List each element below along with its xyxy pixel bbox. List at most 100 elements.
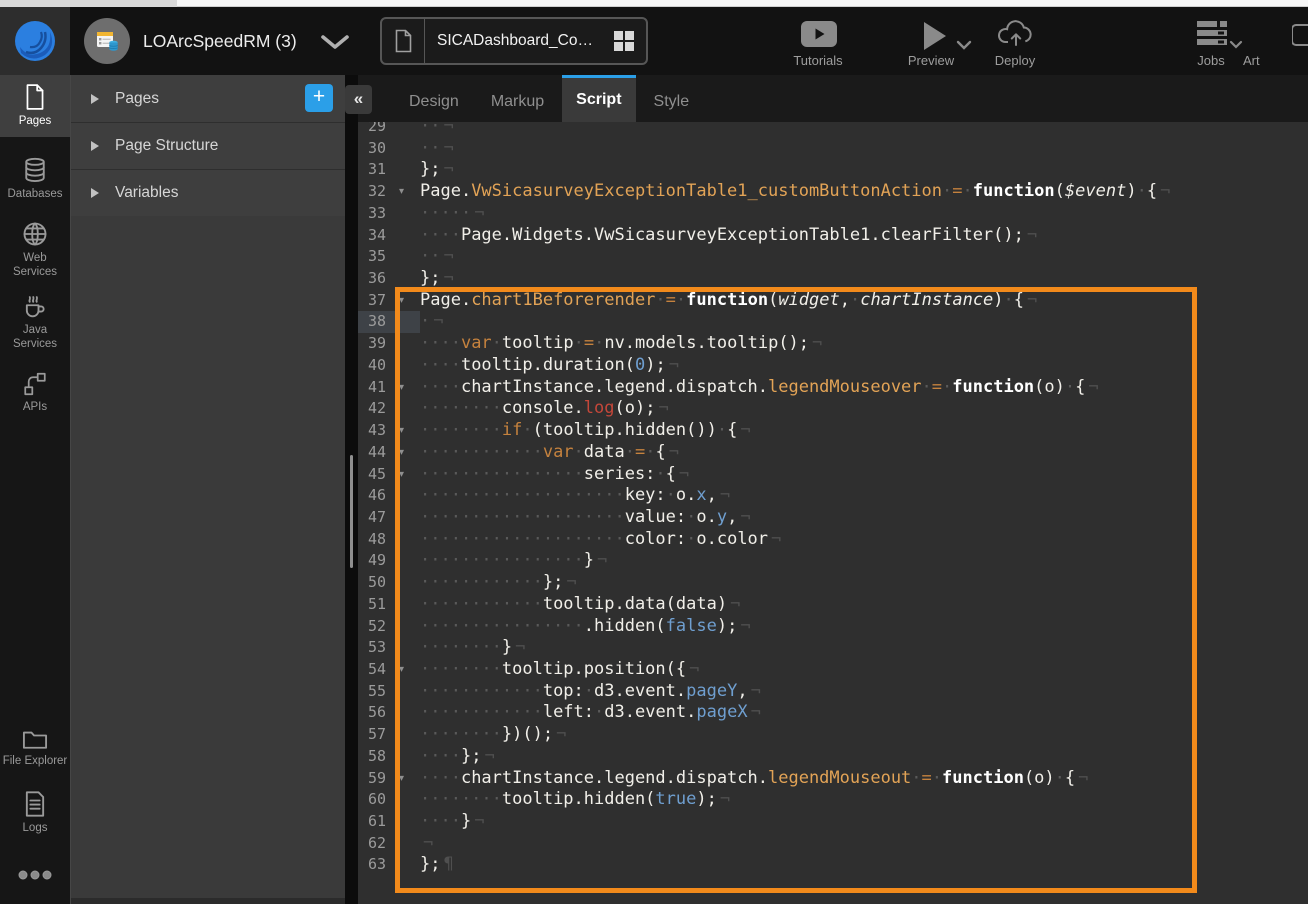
code-text[interactable]: Page.VwSicasurveyExceptionTable1_customB… <box>420 181 1308 203</box>
fold-arrow-icon[interactable]: ▾ <box>394 464 420 486</box>
code-text[interactable]: ········tooltip.hidden(true);¬ <box>420 789 1308 811</box>
collapsed-arrow-icon[interactable] <box>91 188 99 198</box>
code-line[interactable]: 31};¬ <box>358 159 1308 181</box>
preview-chevron-down-icon[interactable] <box>956 40 972 50</box>
code-text[interactable]: ·¬ <box>420 311 1308 333</box>
code-text[interactable]: ¬ <box>420 833 1308 855</box>
code-line[interactable]: 30··¬ <box>358 138 1308 160</box>
code-editor[interactable]: 29··¬30··¬31};¬32▾Page.VwSicasurveyExcep… <box>358 122 1308 904</box>
code-line[interactable]: 33·····¬ <box>358 203 1308 225</box>
code-text[interactable]: ····tooltip.duration(0);¬ <box>420 355 1308 377</box>
artifacts-button[interactable]: Art <box>1243 7 1308 75</box>
code-line[interactable]: 59▾····chartInstance.legend.dispatch.leg… <box>358 768 1308 790</box>
page-grid-icon[interactable] <box>614 31 635 52</box>
code-line[interactable]: 48····················color:·o.color¬ <box>358 529 1308 551</box>
preview-button[interactable]: Preview <box>898 7 964 75</box>
code-text[interactable]: ····var·tooltip·=·nv.models.tooltip();¬ <box>420 333 1308 355</box>
code-line[interactable]: 62¬ <box>358 833 1308 855</box>
jobs-chevron-down-icon[interactable] <box>1229 40 1243 49</box>
tab-markup[interactable]: Markup <box>477 75 558 122</box>
code-line[interactable]: 57········})();¬ <box>358 724 1308 746</box>
sidebar-item-databases[interactable]: Databases <box>0 153 70 205</box>
code-text[interactable]: ········console.log(o);¬ <box>420 398 1308 420</box>
code-text[interactable]: ··¬ <box>420 122 1308 138</box>
code-text[interactable]: ·····¬ <box>420 203 1308 225</box>
code-line[interactable]: 38·¬ <box>358 311 1308 333</box>
code-line[interactable]: 52················.hidden(false);¬ <box>358 616 1308 638</box>
code-text[interactable]: ····················value:·o.y,¬ <box>420 507 1308 529</box>
collapsed-arrow-icon[interactable] <box>91 141 99 151</box>
jobs-button[interactable]: Jobs <box>1181 7 1241 75</box>
sidebar-item-java-services[interactable]: Java Services <box>0 291 70 355</box>
code-line[interactable]: 42········console.log(o);¬ <box>358 398 1308 420</box>
code-line[interactable]: 61i····}¬ <box>358 811 1308 833</box>
code-text[interactable]: };¶ <box>420 854 1308 876</box>
code-line[interactable]: 60········tooltip.hidden(true);¬ <box>358 789 1308 811</box>
code-line[interactable]: 54▾········tooltip.position({¬ <box>358 659 1308 681</box>
sidebar-item-more[interactable] <box>0 861 70 889</box>
code-line[interactable]: 44▾············var·data·=·{¬ <box>358 442 1308 464</box>
sidebar-item-web-services[interactable]: Web Services <box>0 218 70 282</box>
sidebar-item-file-explorer[interactable]: File Explorer <box>0 716 70 780</box>
fold-arrow-icon[interactable]: ▾ <box>394 442 420 464</box>
code-line[interactable]: 46····················key:·o.x,¬ <box>358 485 1308 507</box>
code-text[interactable]: ········tooltip.position({¬ <box>420 659 1308 681</box>
code-line[interactable]: 39····var·tooltip·=·nv.models.tooltip();… <box>358 333 1308 355</box>
code-text[interactable]: ····chartInstance.legend.dispatch.legend… <box>420 377 1308 399</box>
fold-arrow-icon[interactable]: ▾ <box>394 290 420 312</box>
tab-style[interactable]: Style <box>640 75 704 122</box>
fold-arrow-icon[interactable]: ▾ <box>394 181 420 203</box>
code-line[interactable]: 58····};¬ <box>358 746 1308 768</box>
code-line[interactable]: 63};¶ <box>358 854 1308 876</box>
page-selector[interactable]: SICADashboard_Co… <box>380 17 648 65</box>
code-text[interactable]: ····chartInstance.legend.dispatch.legend… <box>420 768 1308 790</box>
code-text[interactable]: ············var·data·=·{¬ <box>420 442 1308 464</box>
code-line[interactable]: 41▾····chartInstance.legend.dispatch.leg… <box>358 377 1308 399</box>
code-line[interactable]: 37▾Page.chart1Beforerender·=·function(wi… <box>358 290 1308 312</box>
collapsed-arrow-icon[interactable] <box>91 94 99 104</box>
code-text[interactable]: ················}¬ <box>420 550 1308 572</box>
fold-arrow-icon[interactable]: ▾ <box>394 659 420 681</box>
code-text[interactable]: ····Page.Widgets.VwSicasurveyExceptionTa… <box>420 225 1308 247</box>
code-line[interactable]: 34····Page.Widgets.VwSicasurveyException… <box>358 225 1308 247</box>
sidebar-item-logs[interactable]: Logs <box>0 788 70 838</box>
sidebar-item-apis[interactable]: APIs <box>0 368 70 418</box>
code-line[interactable]: 56············left:·d3.event.pageX¬ <box>358 702 1308 724</box>
tab-design[interactable]: Design <box>395 75 473 122</box>
code-line[interactable]: 47····················value:·o.y,¬ <box>358 507 1308 529</box>
code-text[interactable]: ············left:·d3.event.pageX¬ <box>420 702 1308 724</box>
code-text[interactable]: ····}¬ <box>420 811 1308 833</box>
code-line[interactable]: 45▾················series:·{¬ <box>358 464 1308 486</box>
tutorials-button[interactable]: Tutorials <box>785 7 851 75</box>
code-text[interactable]: Page.chart1Beforerender·=·function(widge… <box>420 290 1308 312</box>
code-line[interactable]: 32▾Page.VwSicasurveyExceptionTable1_cust… <box>358 181 1308 203</box>
code-text[interactable]: ··¬ <box>420 246 1308 268</box>
code-text[interactable]: };¬ <box>420 159 1308 181</box>
code-text[interactable]: ····};¬ <box>420 746 1308 768</box>
code-line[interactable]: 43▾········if·(tooltip.hidden())·{¬ <box>358 420 1308 442</box>
fold-arrow-icon[interactable]: ▾ <box>394 420 420 442</box>
project-name[interactable]: LOArcSpeedRM (3) <box>143 7 297 75</box>
deploy-button[interactable]: Deploy <box>983 7 1047 75</box>
code-text[interactable]: ············};¬ <box>420 572 1308 594</box>
tab-script[interactable]: Script <box>562 75 635 122</box>
fold-arrow-icon[interactable]: ▾ <box>394 377 420 399</box>
panel-section-page-structure[interactable]: Page Structure <box>71 122 345 169</box>
code-text[interactable]: ····················key:·o.x,¬ <box>420 485 1308 507</box>
code-line[interactable]: 50············};¬ <box>358 572 1308 594</box>
code-line[interactable]: 49················}¬ <box>358 550 1308 572</box>
panel-section-variables[interactable]: Variables <box>71 169 345 216</box>
project-avatar[interactable] <box>84 18 130 64</box>
code-line[interactable]: 40····tooltip.duration(0);¬ <box>358 355 1308 377</box>
code-text[interactable]: ················series:·{¬ <box>420 464 1308 486</box>
code-line[interactable]: 36};¬ <box>358 268 1308 290</box>
wavemaker-logo[interactable] <box>0 7 70 75</box>
code-line[interactable]: 35··¬ <box>358 246 1308 268</box>
sidebar-item-pages[interactable]: Pages <box>0 75 70 137</box>
code-line[interactable]: 51············tooltip.data(data)¬ <box>358 594 1308 616</box>
code-text[interactable]: ········if·(tooltip.hidden())·{¬ <box>420 420 1308 442</box>
collapse-panel-button[interactable]: « <box>345 85 372 114</box>
code-text[interactable]: ········}¬ <box>420 637 1308 659</box>
panel-scrollbar[interactable] <box>350 455 353 568</box>
code-line[interactable]: 55············top:·d3.event.pageY,¬ <box>358 681 1308 703</box>
